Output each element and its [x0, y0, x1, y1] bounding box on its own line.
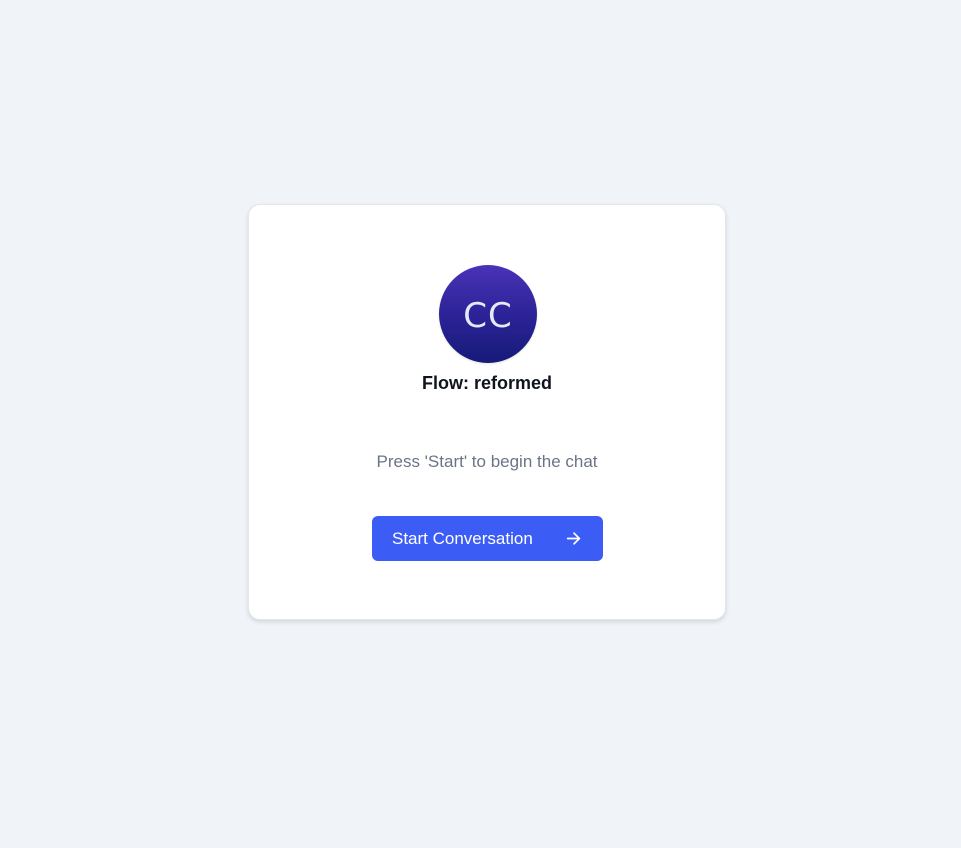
instruction-text: Press 'Start' to begin the chat	[376, 452, 598, 471]
start-chat-card: CC Flow: reformed Press 'Start' to begin…	[248, 204, 726, 620]
flow-title: Flow: reformed	[421, 373, 552, 393]
start-conversation-label: Start Conversation	[392, 528, 533, 548]
avatar-initials: CC	[463, 296, 513, 336]
start-conversation-button[interactable]: Start Conversation	[372, 516, 603, 561]
avatar: CC	[439, 265, 537, 363]
arrow-right-icon	[566, 532, 581, 545]
